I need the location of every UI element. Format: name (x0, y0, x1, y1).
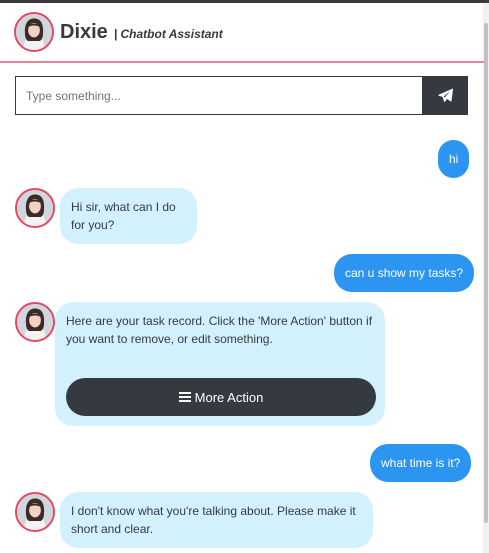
page-subtitle: | Chatbot Assistant (113, 26, 223, 41)
avatar-icon (17, 494, 53, 530)
message-text: I don't know what you're talking about. … (71, 504, 356, 536)
message-input[interactable] (15, 76, 422, 115)
more-action-label: More Action (194, 389, 264, 405)
chat-message-bot: I don't know what you're talking about. … (60, 492, 373, 548)
user-bubble: what time is it? (370, 444, 472, 482)
bot-bubble: Hi sir, what can I do for you? (60, 188, 197, 244)
send-button[interactable] (422, 76, 468, 115)
user-bubble: can u show my tasks? (334, 254, 475, 292)
bot-bubble: I don't know what you're talking about. … (60, 492, 373, 548)
chat-message-bot: Hi sir, what can I do for you? (60, 188, 197, 244)
chat-header: Dixie | Chatbot Assistant (0, 3, 484, 63)
more-action-button[interactable]: More Action (66, 378, 376, 416)
message-text: can u show my tasks? (345, 266, 464, 280)
chat-message-bot: Here are your task record. Click the 'Mo… (55, 302, 385, 426)
scrollbar-thumb[interactable] (484, 23, 488, 523)
chat-message-user: hi (438, 140, 470, 178)
message-text: hi (449, 152, 459, 166)
bot-avatar (15, 492, 55, 532)
message-text: Here are your task record. Click the 'Mo… (66, 314, 373, 346)
message-text: Hi sir, what can I do for you? (71, 200, 176, 232)
avatar-icon (17, 304, 53, 340)
page-title: Dixie (60, 20, 108, 43)
avatar-icon (17, 190, 53, 226)
chat-message-user: what time is it? (370, 444, 472, 482)
scrollbar[interactable] (483, 3, 489, 553)
message-composer (15, 76, 468, 115)
chat-message-user: can u show my tasks? (334, 254, 475, 292)
bars-icon (178, 392, 191, 402)
bot-bubble: Here are your task record. Click the 'Mo… (55, 302, 385, 426)
assistant-avatar (14, 12, 54, 52)
message-text: what time is it? (381, 456, 461, 470)
bot-avatar (15, 188, 55, 228)
user-bubble: hi (438, 140, 470, 178)
paper-plane-icon (437, 88, 453, 102)
bot-avatar (15, 302, 55, 342)
avatar-icon (16, 14, 52, 50)
